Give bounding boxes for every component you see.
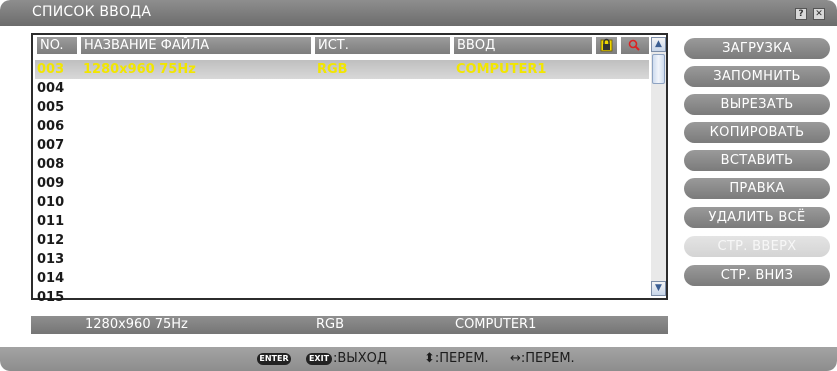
lock-icon-header[interactable] (594, 37, 617, 54)
table-row[interactable]: 006 (35, 117, 649, 136)
table-row[interactable]: 005 (35, 98, 649, 117)
save-button[interactable]: ЗАПОМНИТЬ (684, 66, 830, 87)
table-row[interactable]: 012 (35, 231, 649, 250)
row-no: 006 (37, 119, 65, 134)
table-row[interactable]: 010 (35, 193, 649, 212)
table-row-selected[interactable]: 003 1280x960 75Hz RGB COMPUTER1 (35, 60, 649, 79)
paste-button[interactable]: ВСТАВИТЬ (684, 150, 830, 171)
close-icon[interactable]: ✕ (813, 8, 825, 20)
table-body: 003 1280x960 75Hz RGB COMPUTER1 004 005 … (35, 60, 649, 307)
row-no: 010 (37, 195, 65, 210)
input-list-table: NO. НАЗВАНИЕ ФАЙЛА ИСТ. ВВОД 003 1280x96… (31, 33, 668, 305)
magnifier-icon (628, 39, 640, 51)
row-no: 009 (37, 176, 65, 191)
vertical-scrollbar[interactable]: ▲ ▼ (651, 37, 666, 296)
table-header: NO. НАЗВАНИЕ ФАЙЛА ИСТ. ВВОД (33, 35, 666, 56)
row-no: 012 (37, 233, 65, 248)
exit-hint: :ВЫХОД (333, 351, 388, 366)
info-input: COMPUTER1 (455, 317, 537, 332)
table-row[interactable]: 004 (35, 79, 649, 98)
table-row[interactable]: 015 (35, 288, 649, 307)
page-down-button[interactable]: СТР. ВНИЗ (684, 265, 830, 286)
title-bar: СПИСОК ВВОДА ? ✕ (0, 0, 837, 26)
table-row[interactable]: 007 (35, 136, 649, 155)
row-no: 014 (37, 271, 65, 286)
row-no: 015 (37, 290, 65, 305)
column-header-no[interactable]: NO. (35, 37, 77, 54)
leftright-move-hint: ↔:ПЕРЕМ. (510, 351, 575, 366)
info-filename: 1280x960 75Hz (85, 317, 188, 332)
enter-key-icon: ENTER (257, 353, 291, 365)
copy-button[interactable]: КОПИРОВАТЬ (684, 122, 830, 143)
page-up-button[interactable]: СТР. ВВЕРХ (684, 236, 830, 257)
table-row[interactable]: 008 (35, 155, 649, 174)
exit-key-icon: EXIT (306, 353, 332, 365)
row-no: 013 (37, 252, 65, 267)
row-no: 007 (37, 138, 65, 153)
delete-all-button[interactable]: УДАЛИТЬ ВСЁ (684, 207, 830, 228)
row-no: 008 (37, 157, 65, 172)
window-title: СПИСОК ВВОДА (32, 4, 152, 20)
table-row[interactable]: 013 (35, 250, 649, 269)
column-header-source[interactable]: ИСТ. (313, 37, 450, 54)
selected-entry-info: 1280x960 75Hz RGB COMPUTER1 (31, 316, 668, 334)
edit-button[interactable]: ПРАВКА (684, 178, 830, 199)
scroll-up-icon[interactable]: ▲ (651, 37, 666, 52)
info-source: RGB (316, 317, 345, 332)
row-filename: 1280x960 75Hz (83, 62, 196, 77)
updown-move-hint: ⬍:ПЕРЕМ. (424, 351, 489, 366)
help-icon[interactable]: ? (795, 8, 807, 20)
column-header-input[interactable]: ВВОД (452, 37, 592, 54)
input-list-window: СПИСОК ВВОДА ? ✕ NO. НАЗВАНИЕ ФАЙЛА ИСТ.… (0, 0, 837, 371)
search-icon-header[interactable] (619, 37, 649, 54)
row-source: RGB (317, 62, 348, 77)
scroll-down-icon[interactable]: ▼ (651, 281, 666, 296)
column-header-filename[interactable]: НАЗВАНИЕ ФАЙЛА (79, 37, 311, 54)
row-no: 005 (37, 100, 65, 115)
cut-button[interactable]: ВЫРЕЗАТЬ (684, 94, 830, 115)
table-row[interactable]: 014 (35, 269, 649, 288)
row-input: COMPUTER1 (456, 62, 547, 77)
scrollbar-thumb[interactable] (652, 54, 665, 84)
table-row[interactable]: 009 (35, 174, 649, 193)
load-button[interactable]: ЗАГРУЗКА (684, 38, 830, 59)
footer-hints: ENTER EXIT :ВЫХОД ⬍:ПЕРЕМ. ↔:ПЕРЕМ. (0, 347, 837, 371)
row-no: 003 (37, 62, 65, 77)
row-no: 004 (37, 81, 65, 96)
row-no: 011 (37, 214, 65, 229)
lock-icon (600, 38, 613, 52)
table-row[interactable]: 011 (35, 212, 649, 231)
